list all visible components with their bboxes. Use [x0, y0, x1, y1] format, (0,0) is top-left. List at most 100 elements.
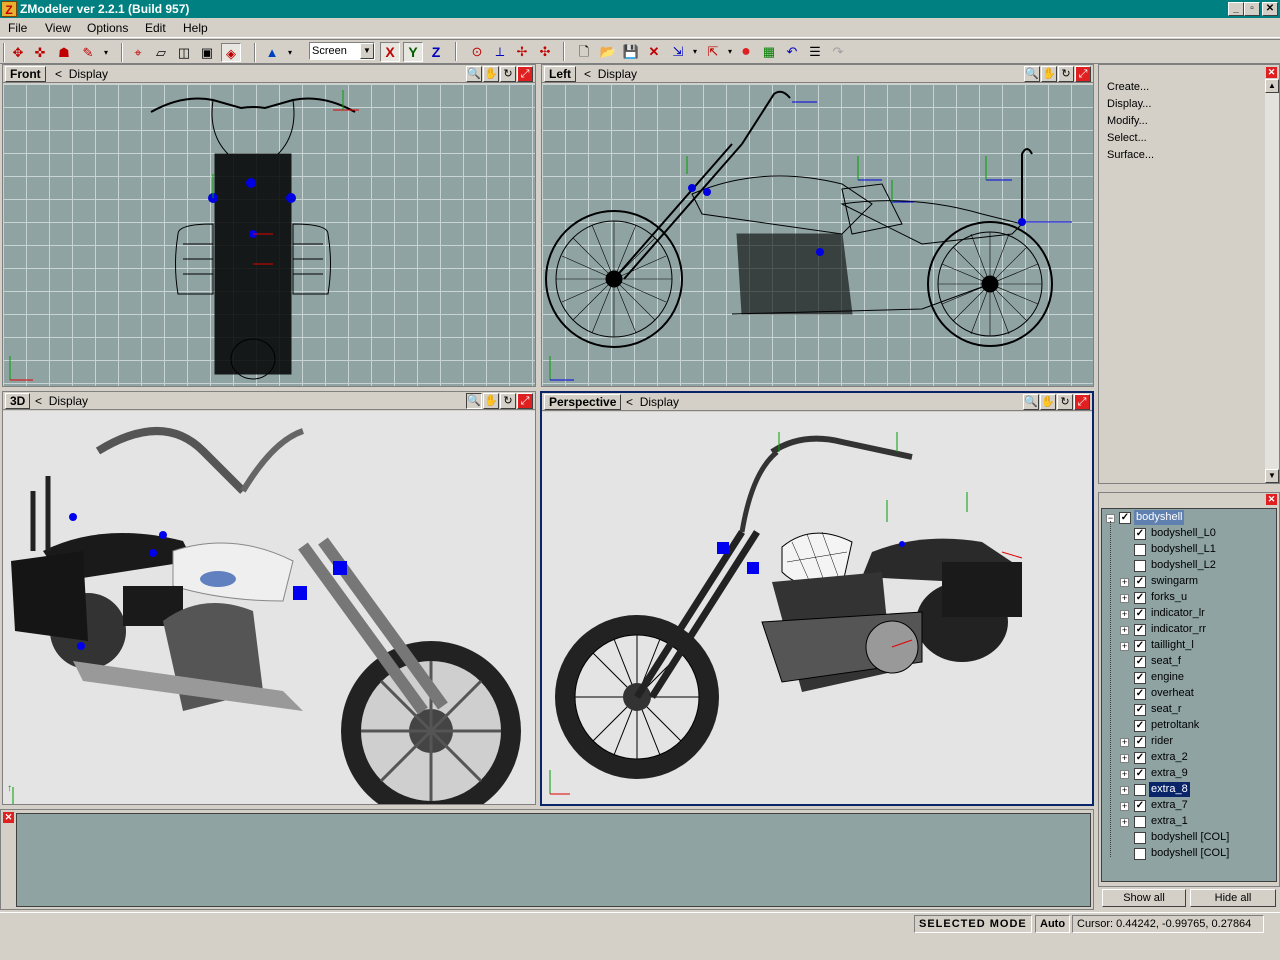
snap-icon[interactable]: ✢: [512, 42, 532, 61]
visibility-checkbox[interactable]: [1134, 544, 1146, 556]
pan-hand-icon[interactable]: ✋: [483, 393, 499, 409]
close-window-button[interactable]: ✕: [1262, 2, 1278, 16]
tree-item[interactable]: ✓ bodyshell_L0: [1102, 526, 1278, 542]
viewport-perspective[interactable]: Perspective < Display 🔍 ✋ ↻ ⤢: [540, 391, 1094, 806]
orbit-icon[interactable]: ↻: [500, 393, 516, 409]
properties-icon[interactable]: ☰: [805, 42, 825, 61]
pivot-dropdown-icon[interactable]: ▾: [280, 43, 300, 62]
visibility-checkbox[interactable]: ✓: [1134, 768, 1146, 780]
visibility-checkbox[interactable]: ✓: [1134, 720, 1146, 732]
tree-item[interactable]: + ✓ indicator_rr: [1102, 622, 1278, 638]
tree-item[interactable]: + ✓ indicator_lr: [1102, 606, 1278, 622]
tree-root[interactable]: − ✓ bodyshell: [1102, 510, 1278, 526]
show-all-button[interactable]: Show all: [1102, 889, 1186, 907]
visibility-checkbox[interactable]: ✓: [1134, 592, 1146, 604]
viewport-name-perspective[interactable]: Perspective: [544, 394, 622, 410]
visibility-checkbox[interactable]: [1134, 832, 1146, 844]
viewport-name-front[interactable]: Front: [5, 66, 46, 82]
viewport-display-menu[interactable]: < Display: [55, 67, 108, 81]
visibility-checkbox[interactable]: ✓: [1134, 704, 1146, 716]
tree-item[interactable]: + ✓ extra_7: [1102, 798, 1278, 814]
viewport-front[interactable]: Front < Display 🔍 ✋ ↻ ⤢: [2, 64, 536, 387]
expand-icon[interactable]: +: [1120, 802, 1129, 811]
visibility-checkbox[interactable]: ✓: [1134, 672, 1146, 684]
expand-icon[interactable]: +: [1120, 578, 1129, 587]
minimize-button[interactable]: _: [1228, 2, 1244, 16]
menu-file[interactable]: File: [8, 21, 27, 35]
cmd-create[interactable]: Create...: [1107, 81, 1149, 93]
open-folder-icon[interactable]: 📂: [598, 42, 618, 61]
axis-z-button[interactable]: Z: [426, 42, 446, 62]
visibility-checkbox[interactable]: [1134, 560, 1146, 572]
tree-item[interactable]: + extra_1: [1102, 814, 1278, 830]
axis-y-button[interactable]: Y: [403, 42, 423, 62]
tree-item[interactable]: + extra_8: [1102, 782, 1278, 798]
visibility-checkbox[interactable]: [1134, 784, 1146, 796]
cmd-surface[interactable]: Surface...: [1107, 149, 1154, 161]
scroll-down-icon[interactable]: ▼: [1265, 469, 1279, 483]
tree-item[interactable]: + ✓ extra_2: [1102, 750, 1278, 766]
viewport-display-menu[interactable]: < Display: [626, 395, 679, 409]
orbit-icon[interactable]: ↻: [1058, 66, 1074, 82]
axis-x-button[interactable]: X: [380, 42, 400, 62]
tree-item[interactable]: + ✓ forks_u: [1102, 590, 1278, 606]
viewport-3d[interactable]: 3D < Display 🔍 ✋ ↻ ⤢ ↑: [2, 391, 536, 805]
tree-item[interactable]: + ✓ rider: [1102, 734, 1278, 750]
tree-item[interactable]: + ✓ extra_9: [1102, 766, 1278, 782]
expand-icon[interactable]: +: [1120, 626, 1129, 635]
cmd-select[interactable]: Select...: [1107, 132, 1147, 144]
expand-icon[interactable]: +: [1120, 786, 1129, 795]
expand-icon[interactable]: +: [1120, 610, 1129, 619]
tree-item[interactable]: bodyshell [COL]: [1102, 846, 1278, 862]
hide-all-button[interactable]: Hide all: [1190, 889, 1276, 907]
visibility-checkbox[interactable]: ✓: [1134, 528, 1146, 540]
expand-icon[interactable]: +: [1120, 642, 1129, 651]
tree-item[interactable]: bodyshell_L1: [1102, 542, 1278, 558]
visibility-checkbox[interactable]: ✓: [1134, 656, 1146, 668]
transform-icon[interactable]: ✣: [535, 42, 555, 61]
maximize-viewport-icon[interactable]: ⤢: [1075, 66, 1091, 82]
expand-icon[interactable]: +: [1120, 738, 1129, 747]
orbit-icon[interactable]: ↻: [500, 66, 516, 82]
visibility-checkbox[interactable]: ✓: [1134, 624, 1146, 636]
pan-hand-icon[interactable]: ✋: [1040, 394, 1056, 410]
console-output[interactable]: [16, 813, 1091, 907]
face-mode-icon[interactable]: ◫: [174, 43, 194, 62]
tree-item[interactable]: + ✓ taillight_l: [1102, 638, 1278, 654]
expand-icon[interactable]: +: [1120, 754, 1129, 763]
maximize-viewport-icon[interactable]: ⤢: [1074, 394, 1090, 410]
tree-item[interactable]: bodyshell [COL]: [1102, 830, 1278, 846]
magnet-icon[interactable]: ⊙: [467, 42, 487, 61]
visibility-checkbox[interactable]: ✓: [1134, 688, 1146, 700]
tree-item[interactable]: ✓ seat_r: [1102, 702, 1278, 718]
visibility-checkbox[interactable]: ✓: [1134, 736, 1146, 748]
pan-hand-icon[interactable]: ✋: [1041, 66, 1057, 82]
import-dropdown-icon[interactable]: ▾: [685, 42, 705, 61]
viewport-canvas[interactable]: [542, 84, 1093, 386]
menu-edit[interactable]: Edit: [145, 21, 166, 35]
viewport-canvas[interactable]: [542, 412, 1092, 804]
undo-icon[interactable]: ↶: [782, 42, 802, 61]
tree-item[interactable]: + ✓ swingarm: [1102, 574, 1278, 590]
tree-item[interactable]: ✓ engine: [1102, 670, 1278, 686]
viewport-display-menu[interactable]: < Display: [584, 67, 637, 81]
viewport-display-menu[interactable]: < Display: [35, 394, 88, 408]
cmd-display[interactable]: Display...: [1107, 98, 1151, 110]
chevron-down-icon[interactable]: ▼: [360, 43, 374, 59]
viewport-canvas[interactable]: ↑: [3, 411, 535, 804]
visibility-checkbox[interactable]: [1134, 816, 1146, 828]
maximize-viewport-icon[interactable]: ⤢: [517, 393, 533, 409]
edge-mode-icon[interactable]: ▱: [151, 43, 171, 62]
close-panel-icon[interactable]: ✕: [1266, 494, 1277, 505]
maximize-viewport-icon[interactable]: ⤢: [517, 66, 533, 82]
material-sphere-icon[interactable]: ●: [736, 42, 756, 61]
tree-item[interactable]: ✓ seat_f: [1102, 654, 1278, 670]
command-panel-scrollbar[interactable]: ▲ ▼: [1265, 79, 1279, 483]
viewport-left[interactable]: Left < Display 🔍 ✋ ↻ ⤢: [541, 64, 1094, 387]
close-panel-icon[interactable]: ✕: [1266, 67, 1277, 78]
cmd-modify[interactable]: Modify...: [1107, 115, 1148, 127]
menu-help[interactable]: Help: [183, 21, 208, 35]
box-mode-icon[interactable]: ◈: [221, 43, 241, 62]
zoom-icon[interactable]: 🔍: [466, 66, 482, 82]
viewport-name-left[interactable]: Left: [544, 66, 576, 82]
